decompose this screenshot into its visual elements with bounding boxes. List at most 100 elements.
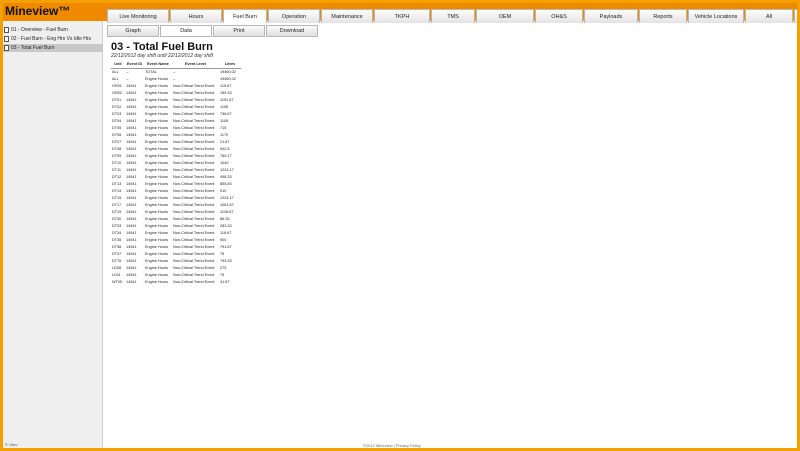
table-row: GR02 14941 Engine Hours Non-Critical Trend … (111, 89, 241, 96)
table-row: DT01 14941 Engine Hours Non-Critical Trend … (111, 96, 241, 103)
cell-event-id: 14941 (126, 230, 137, 235)
sidebar-item-label: 02 - Fuel Burn - Eng Hrs Vs Idle Hrs (11, 36, 92, 42)
cell-event-level: Non-Critical Trend Event (173, 272, 215, 277)
app-logo: Mineview™ (5, 4, 71, 18)
table-row: DT76 14941 Engine Hours Non-Critical Trend … (111, 257, 241, 264)
cell-event-id: 14941 (126, 188, 137, 193)
cell-event-id: 14941 (126, 223, 137, 228)
subtab-graph[interactable]: Graph (107, 25, 159, 37)
cell-unit: DT17 (112, 202, 122, 207)
tab-tms[interactable]: TMS (431, 9, 475, 23)
cell-event-name: Engine Hours (145, 76, 169, 81)
subtab-print[interactable]: Print (213, 25, 265, 37)
cell-event-level: Non-Critical Trend Event (173, 251, 215, 256)
tab-tkph[interactable]: TKPH (374, 9, 430, 23)
tab-maintenance[interactable]: Maintenance (321, 9, 373, 23)
sidebar-item-label: 03 - Total Fuel Burn (11, 45, 55, 51)
cell-unit: GR02 (112, 90, 122, 95)
cell-litres: 1224.17 (220, 167, 234, 172)
table-row: DT09 14941 Engine Hours Non-Critical Trend … (111, 152, 241, 159)
cell-event-level: Non-Critical Trend Event (173, 125, 215, 130)
cell-unit: DT02 (112, 104, 122, 109)
cell-event-name: Engine Hours (145, 230, 169, 235)
tab-oem[interactable]: OEM (476, 9, 534, 23)
column-header-unit: Unit (111, 61, 125, 69)
cell-event-name: Engine Hours (145, 181, 169, 186)
tab-reports[interactable]: Reports (639, 9, 687, 23)
cell-litres: 19460.02 (220, 76, 236, 81)
cell-unit: DT34 (112, 230, 122, 235)
table-row: DT19 14941 Engine Hours Non-Critical Trend … (111, 208, 241, 215)
column-header-event-id: Event ID (125, 61, 144, 69)
tab-fuel-burn[interactable]: Fuel Burn (223, 9, 267, 23)
sidebar-footer: © Gtec (5, 442, 18, 447)
cell-event-name: Engine Hours (145, 83, 169, 88)
tab-live-monitoring[interactable]: Live Monitoring (107, 9, 169, 23)
table-row: GR01 14941 Engine Hours Non-Critical Trend … (111, 82, 241, 89)
cell-event-name: Engine Hours (145, 118, 169, 123)
cell-event-name: Engine Hours (145, 139, 169, 144)
cell-event-name: Engine Hours (145, 174, 169, 179)
column-header-event-level: Event Level (172, 61, 219, 69)
report-table: Unit Event ID Event Name Event Level Litres … (111, 61, 241, 285)
tab-oh-s[interactable]: OH&S (535, 9, 583, 23)
tab-payloads[interactable]: Payloads (584, 9, 638, 23)
sub-tabs: Graph Data Print Download (107, 25, 319, 37)
subtab-data[interactable]: Data (160, 25, 212, 37)
cell-event-id: 14941 (126, 244, 137, 249)
cell-event-level: Non-Critical Trend Event (173, 265, 215, 270)
cell-event-name: Engine Hours (145, 146, 169, 151)
cell-litres: 736.67 (220, 111, 232, 116)
cell-event-id: 14941 (126, 104, 137, 109)
table-header-row: Unit Event ID Event Name Event Level Litres (111, 61, 241, 69)
tab-vehicle-locations[interactable]: Vehicle Locations (688, 9, 744, 23)
cell-event-name: Engine Hours (145, 244, 169, 249)
cell-litres: 1126.67 (220, 209, 234, 214)
table-row: LD11 14941 Engine Hours Non-Critical Trend … (111, 271, 241, 278)
cell-litres: 900 (220, 237, 227, 242)
cell-event-id: 14941 (126, 90, 137, 95)
tab-operation[interactable]: Operation (268, 9, 320, 23)
cell-event-name: Engine Hours (145, 160, 169, 165)
cell-event-name: TOTAL (145, 69, 157, 74)
cell-litres: 86.33 (220, 216, 230, 221)
cell-event-level: Non-Critical Trend Event (173, 160, 215, 165)
table-row: DT04 14941 Engine Hours Non-Critical Trend … (111, 117, 241, 124)
cell-unit: DT04 (112, 118, 122, 123)
table-row: DT35 14941 Engine Hours Non-Critical Trend … (111, 236, 241, 243)
cell-event-level: Non-Critical Trend Event (173, 118, 215, 123)
cell-litres: 275 (220, 265, 227, 270)
cell-event-name: Engine Hours (145, 258, 169, 263)
cell-event-name: Engine Hours (145, 195, 169, 200)
table-row: DT03 14941 Engine Hours Non-Critical Trend … (111, 110, 241, 117)
tab-system[interactable]: System (794, 9, 797, 23)
cell-event-id: 14941 (126, 167, 137, 172)
cell-litres: 715 (220, 125, 227, 130)
tab-hours[interactable]: Hours (170, 9, 222, 23)
cell-unit: DT37 (112, 251, 122, 256)
cell-event-name: Engine Hours (145, 132, 169, 137)
cell-unit: LD11 (112, 272, 121, 277)
tab-all[interactable]: All (745, 9, 793, 23)
table-row: DT30 14941 Engine Hours Non-Critical Trend … (111, 215, 241, 222)
cell-event-level: Non-Critical Trend Event (173, 202, 215, 207)
document-icon (4, 36, 9, 42)
table-body: ALL -- TOTAL -- 19460.02 ALL -- Engine Hours -- 1… (111, 68, 241, 285)
cell-unit: DT13 (112, 181, 122, 186)
cell-event-name: Engine Hours (145, 97, 169, 102)
cell-unit: DT11 (112, 167, 122, 172)
subtab-download[interactable]: Download (266, 25, 318, 37)
sidebar-item-report-1[interactable]: 01 - Overview - Fuel Burn (3, 26, 103, 34)
sidebar-item-report-3[interactable]: 03 - Total Fuel Burn (3, 44, 103, 52)
cell-litres: 19460.02 (220, 69, 236, 74)
cell-event-name: Engine Hours (145, 125, 169, 130)
cell-event-id: 14941 (126, 181, 137, 186)
table-row: DT07 14941 Engine Hours Non-Critical Trend … (111, 138, 241, 145)
table-row: DT11 14941 Engine Hours Non-Critical Trend … (111, 166, 241, 173)
sidebar-item-report-2[interactable]: 02 - Fuel Burn - Eng Hrs Vs Idle Hrs (3, 35, 103, 43)
cell-litres: 115.67 (220, 83, 232, 88)
cell-event-level: Non-Critical Trend Event (173, 244, 215, 249)
cell-unit: DT19 (112, 209, 122, 214)
cell-event-level: Non-Critical Trend Event (173, 181, 215, 186)
table-row: ALL -- TOTAL -- 19460.02 (111, 68, 241, 75)
